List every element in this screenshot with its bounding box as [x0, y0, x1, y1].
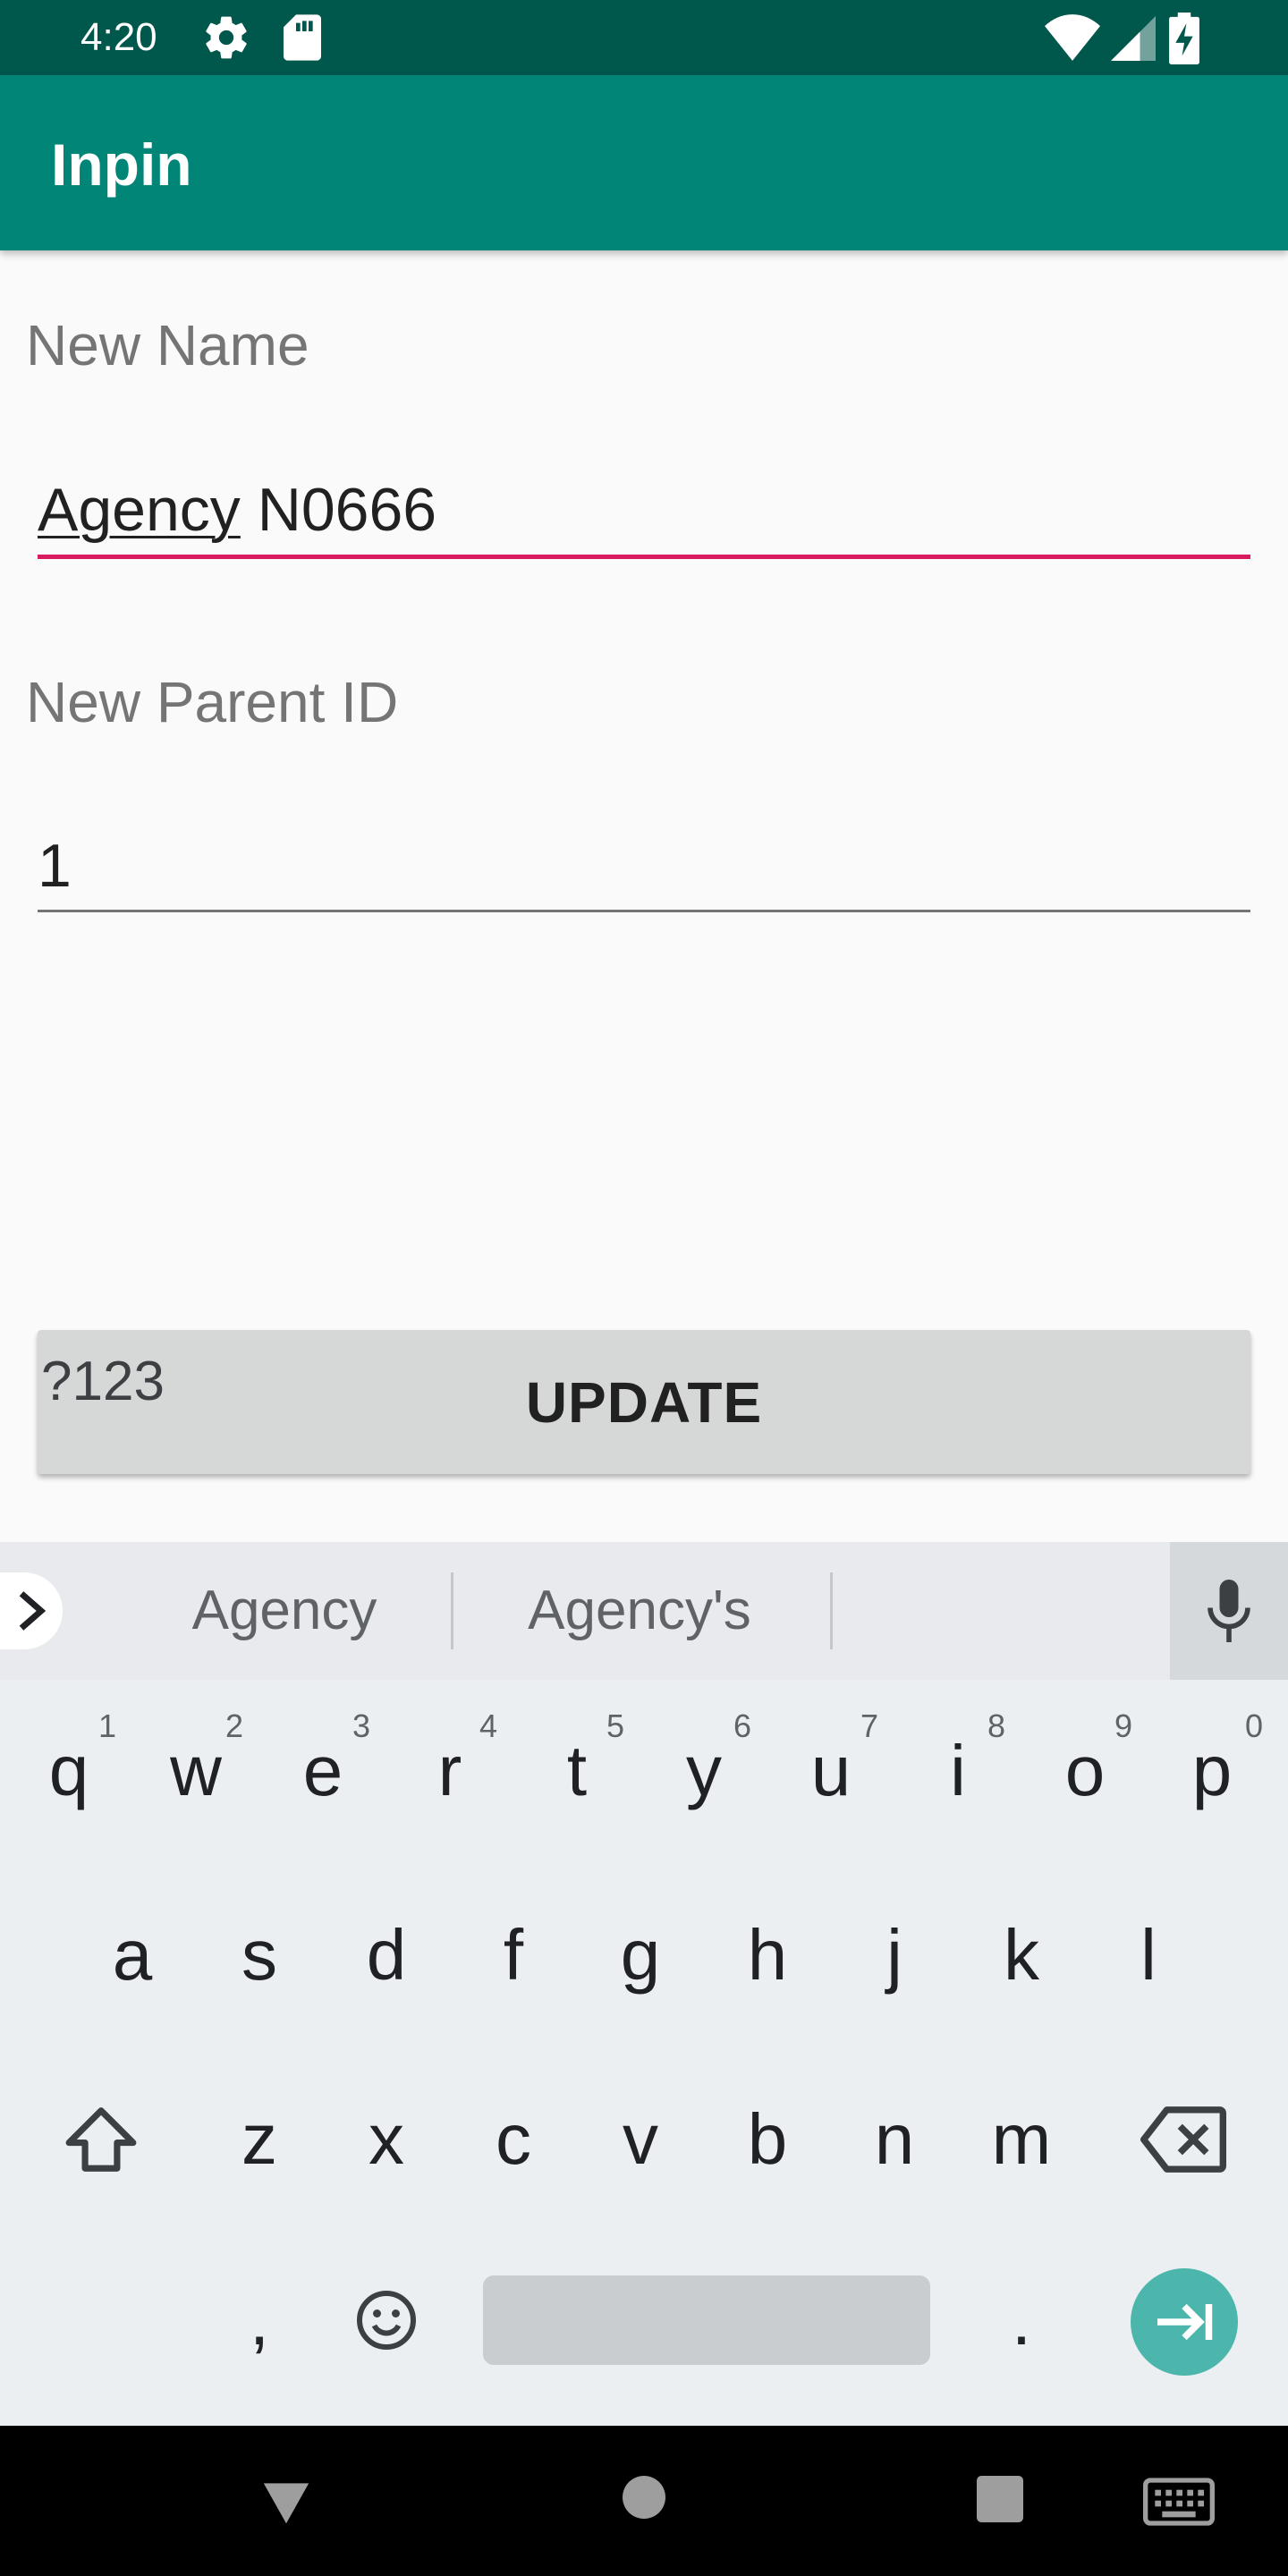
suggestion-divider — [451, 1572, 453, 1649]
key-s[interactable]: s — [196, 1866, 323, 2045]
cell-signal-icon — [1111, 16, 1156, 61]
key-j[interactable]: j — [831, 1866, 958, 2045]
key-hint: 5 — [606, 1707, 625, 1744]
key-hint: 1 — [98, 1707, 117, 1744]
new-name-value-rest: N0666 — [240, 476, 437, 544]
suggestion-item[interactable]: Agency's — [487, 1578, 792, 1644]
key-m[interactable]: m — [958, 2050, 1085, 2229]
recents-icon[interactable] — [977, 2476, 1023, 2522]
new-name-label: New Name — [26, 313, 309, 377]
period-key[interactable]: . — [958, 2231, 1085, 2410]
key-c[interactable]: c — [450, 2050, 577, 2229]
app-bar: Inpin — [0, 75, 1288, 250]
key-hint: 0 — [1245, 1707, 1264, 1744]
new-parent-id-underline — [38, 910, 1250, 912]
keyboard-switch-icon[interactable] — [1143, 2478, 1215, 2526]
key-n[interactable]: n — [831, 2050, 958, 2229]
shift-icon — [65, 2107, 137, 2172]
next-field-key[interactable] — [1131, 2268, 1238, 2376]
suggestion-expand-button[interactable] — [0, 1572, 63, 1649]
key-hint: 6 — [733, 1707, 752, 1744]
new-parent-id-input[interactable]: 1 — [38, 830, 72, 902]
key-f[interactable]: f — [450, 1866, 577, 2045]
key-l[interactable]: l — [1085, 1866, 1212, 2045]
back-icon[interactable] — [261, 2476, 311, 2526]
key-k[interactable]: k — [958, 1866, 1085, 2045]
suggestion-item[interactable]: Agency — [132, 1578, 436, 1644]
key-a[interactable]: a — [69, 1866, 196, 2045]
key-hint: 8 — [987, 1707, 1006, 1744]
symbols-key[interactable]: ?123 — [27, 1346, 179, 1418]
sd-card-icon — [284, 14, 321, 61]
update-button-label: UPDATE — [525, 1369, 763, 1435]
gear-icon — [206, 16, 247, 59]
wifi-icon — [1045, 14, 1100, 61]
navigation-bar — [0, 2426, 1288, 2576]
voice-input-button[interactable] — [1170, 1542, 1288, 1680]
backspace-icon — [1140, 2106, 1226, 2173]
key-z[interactable]: z — [196, 2050, 323, 2229]
new-parent-id-label: New Parent ID — [26, 670, 399, 734]
key-b[interactable]: b — [704, 2050, 831, 2229]
tab-arrow-icon — [1157, 2303, 1213, 2341]
key-x[interactable]: x — [323, 2050, 450, 2229]
key-v[interactable]: v — [577, 2050, 704, 2229]
status-bar: 4:20 — [0, 0, 1288, 75]
key-hint: 7 — [860, 1707, 879, 1744]
composing-word: Agency — [38, 476, 241, 544]
home-icon[interactable] — [623, 2476, 665, 2519]
key-hint: 9 — [1114, 1707, 1133, 1744]
suggestion-strip: Agency Agency's — [0, 1542, 1288, 1680]
new-name-underline-focused — [38, 555, 1250, 559]
key-g[interactable]: g — [577, 1866, 704, 2045]
new-parent-id-value: 1 — [38, 832, 72, 900]
shift-key[interactable] — [38, 2050, 165, 2229]
backspace-key[interactable] — [1120, 2050, 1247, 2229]
microphone-icon — [1208, 1580, 1250, 1642]
battery-charging-icon — [1169, 13, 1199, 64]
suggestion-divider — [830, 1572, 833, 1649]
app-title: Inpin — [51, 131, 192, 198]
chevron-right-icon — [19, 1591, 47, 1631]
status-time: 4:20 — [80, 15, 157, 59]
space-bar[interactable] — [483, 2275, 930, 2365]
emoji-key[interactable] — [323, 2231, 450, 2410]
emoji-icon — [357, 2291, 416, 2350]
key-hint: 2 — [225, 1707, 244, 1744]
comma-key[interactable]: , — [196, 2231, 323, 2410]
update-button[interactable]: UPDATE — [38, 1330, 1250, 1474]
key-h[interactable]: h — [704, 1866, 831, 2045]
key-hint: 3 — [352, 1707, 371, 1744]
key-hint: 4 — [479, 1707, 498, 1744]
new-name-input[interactable]: Agency N0666 — [38, 474, 436, 546]
key-d[interactable]: d — [323, 1866, 450, 2045]
